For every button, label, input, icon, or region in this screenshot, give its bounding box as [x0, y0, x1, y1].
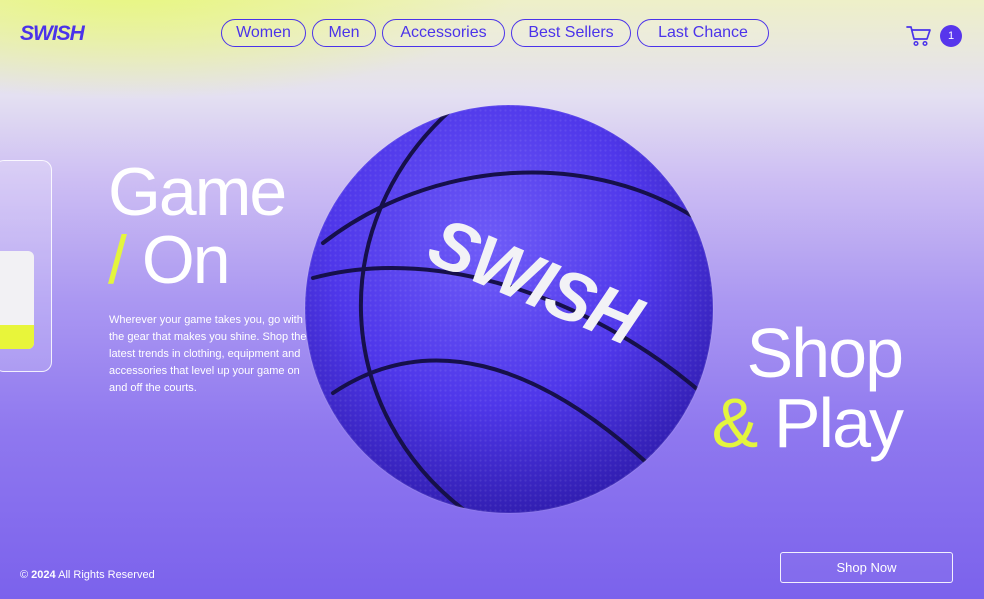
tagline-play: Play [773, 384, 904, 462]
headline-line-1: Game [108, 154, 287, 230]
nav-item-women[interactable]: Women [221, 19, 306, 47]
card-accent-strip [0, 325, 34, 349]
headline-slash: / [108, 222, 127, 298]
copyright-text: All Rights Reserved [58, 569, 155, 581]
basketball-image: SWISH [304, 104, 714, 514]
main-nav: Women Men Accessories Best Sellers Last … [221, 19, 769, 47]
tagline-ampersand: & [711, 384, 759, 462]
brand-logo[interactable]: SWISH [20, 22, 85, 46]
tagline-line-1: Shop [746, 314, 904, 392]
headline-on: On [141, 222, 231, 298]
hero-tagline: Shop & Play [706, 314, 904, 458]
carousel-card-preview [0, 251, 34, 349]
nav-item-accessories[interactable]: Accessories [382, 19, 505, 47]
shop-now-button[interactable]: Shop Now [780, 552, 953, 583]
headline-line-2: / On [108, 226, 285, 294]
cart-count-badge[interactable]: 1 [940, 25, 962, 47]
nav-item-last-chance[interactable]: Last Chance [637, 19, 769, 47]
nav-item-best-sellers[interactable]: Best Sellers [511, 19, 631, 47]
nav-item-men[interactable]: Men [312, 19, 376, 47]
copyright-year: 2024 [31, 569, 56, 581]
tagline-line-2: & Play [706, 388, 904, 458]
cart-icon[interactable] [906, 25, 932, 47]
copyright-notice: © 2024 All Rights Reserved [20, 569, 155, 581]
hero-intro-text: Wherever your game takes you, go with th… [109, 314, 307, 394]
copyright-symbol: © [20, 569, 29, 581]
hero-headline: Game / On [108, 154, 287, 294]
